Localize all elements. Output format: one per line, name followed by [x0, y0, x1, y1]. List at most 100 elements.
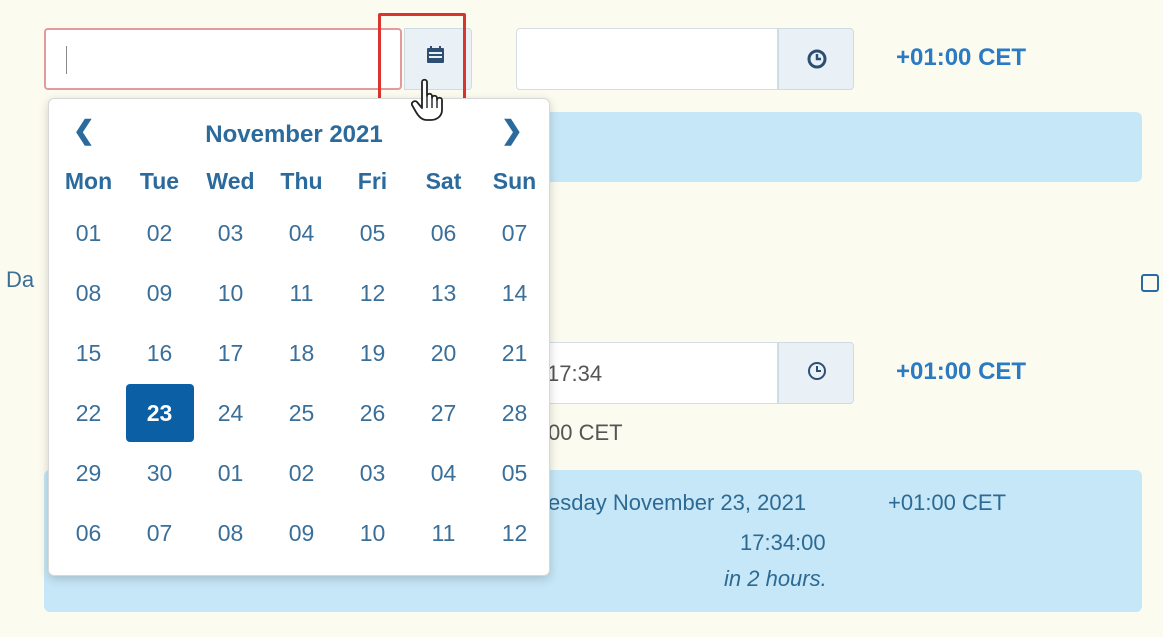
day-number: 21 — [501, 339, 528, 366]
day-number: 05 — [501, 459, 528, 486]
day-cell[interactable]: 01 — [53, 203, 124, 263]
datepicker-popup: ❮ November 2021 ❯ Mon Tue Wed Thu Fri Sa… — [48, 98, 550, 576]
day-cell[interactable]: 16 — [124, 323, 195, 383]
day-number: 11 — [431, 519, 456, 546]
day-cell[interactable]: 10 — [337, 503, 408, 563]
day-number: 28 — [501, 399, 528, 426]
summary-timezone: +01:00 CET — [888, 490, 1007, 515]
day-number: 08 — [75, 279, 102, 306]
day-number: 20 — [430, 339, 457, 366]
time-input[interactable] — [516, 28, 778, 90]
week-row: 22 23 24 25 26 27 28 — [53, 383, 550, 443]
day-cell[interactable]: 07 — [124, 503, 195, 563]
day-number: 16 — [146, 339, 173, 366]
day-number: 18 — [288, 339, 315, 366]
day-number: 07 — [146, 519, 173, 546]
week-row: 06 07 08 09 10 11 12 — [53, 503, 550, 563]
day-cell[interactable]: 01 — [195, 443, 266, 503]
day-cell[interactable]: 22 — [53, 383, 124, 443]
day-cell[interactable]: 04 — [408, 443, 479, 503]
day-number: 09 — [288, 519, 315, 546]
day-number: 30 — [146, 459, 173, 486]
calendar-grid: Mon Tue Wed Thu Fri Sat Sun 01 02 03 04 … — [53, 159, 550, 563]
day-number: 23 — [125, 384, 194, 442]
day-cell[interactable]: 14 — [479, 263, 550, 323]
day-cell[interactable]: 12 — [337, 263, 408, 323]
day-number: 19 — [359, 339, 386, 366]
weekday-label: Sun — [492, 167, 537, 194]
day-number: 11 — [289, 279, 314, 306]
date-input[interactable] — [44, 28, 402, 90]
weekday-label: Fri — [357, 167, 388, 194]
day-cell[interactable]: 09 — [266, 503, 337, 563]
summary-date: esday November 23, 2021 — [548, 490, 807, 515]
day-cell[interactable]: 09 — [124, 263, 195, 323]
day-number: 25 — [288, 399, 315, 426]
weekday-label: Thu — [280, 167, 323, 194]
day-cell[interactable]: 11 — [266, 263, 337, 323]
day-number: 05 — [359, 219, 386, 246]
day-number: 08 — [217, 519, 244, 546]
day-cell[interactable]: 10 — [195, 263, 266, 323]
time-input-second[interactable]: 17:34 — [540, 342, 778, 404]
weekday-label: Sat — [425, 167, 462, 194]
week-row: 15 16 17 18 19 20 21 — [53, 323, 550, 383]
day-number: 12 — [359, 279, 386, 306]
day-cell[interactable]: 20 — [408, 323, 479, 383]
day-number: 04 — [288, 219, 315, 246]
day-cell[interactable]: 04 — [266, 203, 337, 263]
day-number: 09 — [146, 279, 173, 306]
day-cell[interactable]: 12 — [479, 503, 550, 563]
clock-icon — [807, 49, 827, 69]
day-cell[interactable]: 11 — [408, 503, 479, 563]
weekday-header: Mon Tue Wed Thu Fri Sat Sun — [53, 159, 550, 203]
day-cell[interactable]: 24 — [195, 383, 266, 443]
day-cell[interactable]: 27 — [408, 383, 479, 443]
day-cell[interactable]: 08 — [195, 503, 266, 563]
hand-pointer-icon — [410, 78, 443, 121]
day-number: 13 — [430, 279, 457, 306]
day-number: 07 — [501, 219, 528, 246]
month-title[interactable]: November 2021 — [199, 121, 389, 149]
day-cell[interactable]: 05 — [337, 203, 408, 263]
day-cell[interactable]: 02 — [124, 203, 195, 263]
day-cell[interactable]: 29 — [53, 443, 124, 503]
timezone-hint: 00 CET — [548, 420, 623, 445]
day-cell[interactable]: 26 — [337, 383, 408, 443]
clock-button[interactable] — [778, 28, 854, 90]
prev-month-button[interactable]: ❮ — [73, 115, 95, 146]
week-row: 01 02 03 04 05 06 07 — [53, 203, 550, 263]
day-number: 26 — [359, 399, 386, 426]
day-cell[interactable]: 21 — [479, 323, 550, 383]
day-number: 10 — [217, 279, 244, 306]
day-number: 02 — [146, 219, 173, 246]
weekday-label: Wed — [206, 167, 255, 194]
day-cell[interactable]: 30 — [124, 443, 195, 503]
day-cell[interactable]: 28 — [479, 383, 550, 443]
day-cell[interactable]: 25 — [266, 383, 337, 443]
text-caret — [66, 46, 67, 74]
day-cell-selected[interactable]: 23 — [124, 383, 195, 443]
day-cell[interactable]: 18 — [266, 323, 337, 383]
summary-time: 17:34:00 — [740, 530, 826, 555]
day-number: 06 — [75, 519, 102, 546]
day-cell[interactable]: 13 — [408, 263, 479, 323]
day-cell[interactable]: 07 — [479, 203, 550, 263]
day-cell[interactable]: 05 — [479, 443, 550, 503]
day-cell[interactable]: 03 — [195, 203, 266, 263]
day-cell[interactable]: 15 — [53, 323, 124, 383]
weekday-label: Mon — [64, 167, 113, 194]
day-cell[interactable]: 02 — [266, 443, 337, 503]
day-cell[interactable]: 19 — [337, 323, 408, 383]
day-cell[interactable]: 06 — [408, 203, 479, 263]
day-cell[interactable]: 08 — [53, 263, 124, 323]
clock-button-second[interactable] — [778, 342, 854, 404]
day-number: 27 — [430, 399, 457, 426]
day-cell[interactable]: 03 — [337, 443, 408, 503]
day-number: 15 — [75, 339, 102, 366]
next-month-button[interactable]: ❯ — [501, 115, 523, 146]
day-cell[interactable]: 17 — [195, 323, 266, 383]
day-cell[interactable]: 06 — [53, 503, 124, 563]
day-number: 03 — [359, 459, 386, 486]
edit-icon[interactable] — [1141, 274, 1159, 292]
